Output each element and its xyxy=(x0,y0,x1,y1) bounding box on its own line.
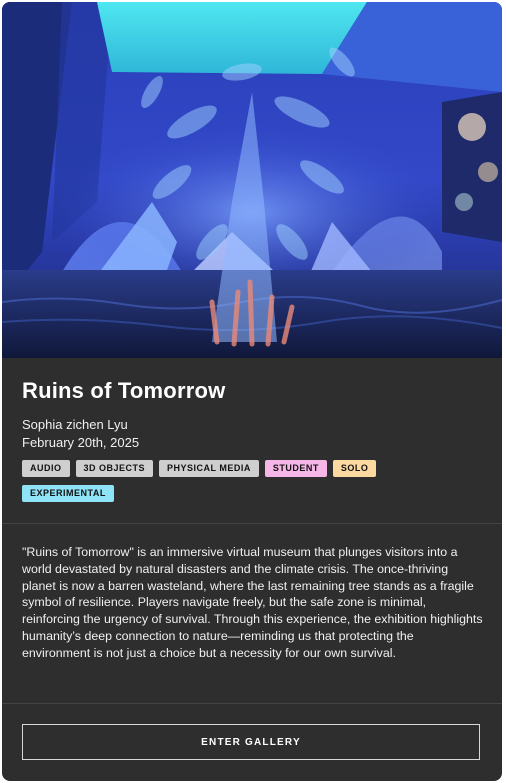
tag-solo[interactable]: SOLO xyxy=(332,460,377,477)
artwork-card: Ruins of Tomorrow Sophia zichen Lyu Febr… xyxy=(2,2,502,781)
tag-student[interactable]: STUDENT xyxy=(264,460,327,477)
divider xyxy=(2,523,502,524)
divider xyxy=(2,703,502,704)
tag-physical-media[interactable]: PHYSICAL MEDIA xyxy=(159,460,259,477)
tag-audio[interactable]: AUDIO xyxy=(22,460,70,477)
artwork-scene-illustration xyxy=(2,2,502,358)
tag-list: AUDIO 3D OBJECTS PHYSICAL MEDIA STUDENT SOLO… xyxy=(22,460,422,502)
artwork-preview-image[interactable] xyxy=(2,2,502,358)
artwork-title: Ruins of Tomorrow xyxy=(22,378,226,403)
artwork-date: February 20th, 2025 xyxy=(22,435,140,450)
tag-3d-objects[interactable]: 3D OBJECTS xyxy=(75,460,154,477)
artwork-description: "Ruins of Tomorrow" is an immersive virt… xyxy=(22,545,483,660)
artist-name[interactable]: Sophia zichen Lyu xyxy=(22,416,482,434)
tag-experimental[interactable]: EXPERIMENTAL xyxy=(22,485,114,502)
artwork-info: Ruins of Tomorrow Sophia zichen Lyu Febr… xyxy=(22,376,482,502)
enter-gallery-button[interactable]: ENTER GALLERY xyxy=(22,724,480,760)
